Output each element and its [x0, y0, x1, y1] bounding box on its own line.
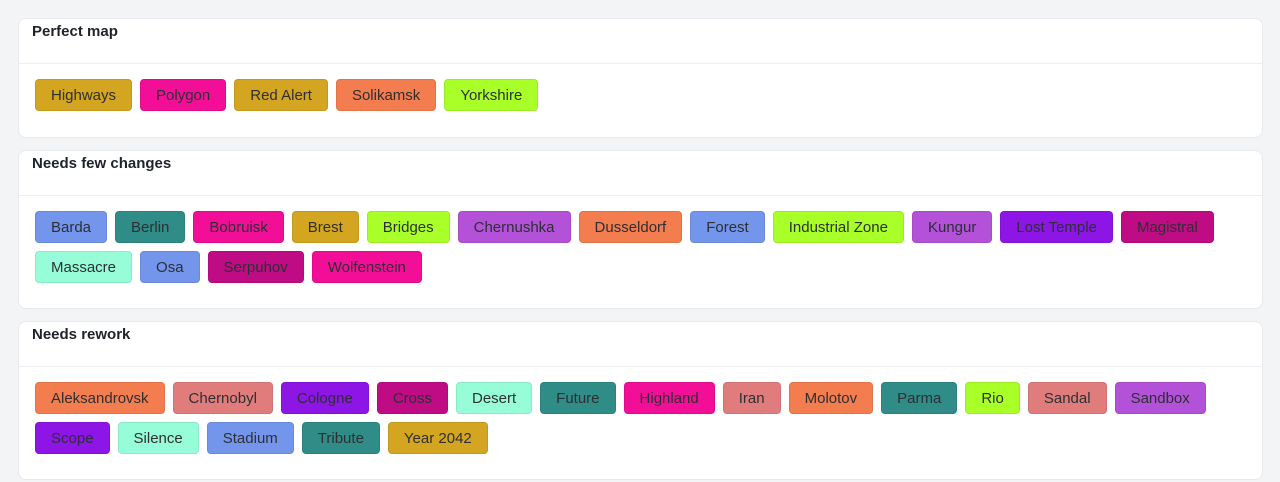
map-tag-wolfenstein[interactable]: Wolfenstein: [311, 251, 422, 283]
section-title: Needs few changes: [32, 155, 172, 172]
tag-list: Highways Polygon Red Alert Solikamsk Yorkshi…: [19, 64, 1262, 111]
map-tag-magistral[interactable]: Magistral: [1120, 211, 1214, 243]
map-tag-molotov[interactable]: Molotov: [788, 382, 874, 414]
map-tag-future[interactable]: Future: [540, 382, 616, 414]
map-tag-brest[interactable]: Brest: [291, 211, 359, 243]
section-header: Needs few changes: [19, 151, 1262, 196]
map-tag-red-alert[interactable]: Red Alert: [234, 79, 328, 111]
map-tag-sandbox[interactable]: Sandbox: [1114, 382, 1206, 414]
map-tag-year-2042[interactable]: Year 2042: [387, 422, 488, 454]
map-tag-osa[interactable]: Osa: [140, 251, 200, 283]
map-tag-bridges[interactable]: Bridges: [366, 211, 450, 243]
section-perfect-map: Perfect map Highways Polygon Red Alert Soli…: [18, 18, 1263, 138]
section-header: Perfect map: [19, 19, 1262, 64]
tag-row: Highways Polygon Red Alert Solikamsk Yorkshi…: [35, 79, 1262, 111]
map-tag-aleksandrovsk[interactable]: Aleksandrovsk: [35, 382, 165, 414]
map-tag-polygon[interactable]: Polygon: [140, 79, 227, 111]
tag-list: Barda Berlin Bobruisk Brest Bridges Chernushk…: [19, 196, 1262, 283]
tag-row: Aleksandrovsk Chernobyl Cologne Cross Desert…: [35, 382, 1262, 414]
map-tag-tribute[interactable]: Tribute: [301, 422, 380, 454]
map-tag-cross[interactable]: Cross: [376, 382, 448, 414]
map-tag-industrial-zone[interactable]: Industrial Zone: [772, 211, 904, 243]
map-tag-rio[interactable]: Rio: [965, 382, 1020, 414]
map-tag-scope[interactable]: Scope: [35, 422, 110, 454]
map-tag-bobruisk[interactable]: Bobruisk: [193, 211, 284, 243]
section-title: Needs rework: [32, 326, 131, 343]
map-tag-silence[interactable]: Silence: [117, 422, 199, 454]
map-tag-highland[interactable]: Highland: [623, 382, 715, 414]
section-header: Needs rework: [19, 322, 1262, 367]
map-tag-barda[interactable]: Barda: [35, 211, 108, 243]
map-tag-iran[interactable]: Iran: [722, 382, 781, 414]
tag-row: Barda Berlin Bobruisk Brest Bridges Chernushk…: [35, 211, 1262, 243]
map-tag-berlin[interactable]: Berlin: [115, 211, 186, 243]
map-tag-cologne[interactable]: Cologne: [280, 382, 369, 414]
map-tag-kungur[interactable]: Kungur: [911, 211, 993, 243]
map-tag-serpuhov[interactable]: Serpuhov: [207, 251, 304, 283]
map-tag-parma[interactable]: Parma: [881, 382, 958, 414]
map-tag-stadium[interactable]: Stadium: [206, 422, 294, 454]
tag-row: Scope Silence Stadium Tribute Year 2042: [35, 422, 1262, 454]
map-tag-highways[interactable]: Highways: [35, 79, 133, 111]
map-tag-sandal[interactable]: Sandal: [1027, 382, 1107, 414]
map-tag-forest[interactable]: Forest: [690, 211, 765, 243]
map-tag-lost-temple[interactable]: Lost Temple: [1000, 211, 1113, 243]
section-needs-rework: Needs rework Aleksandrovsk Chernobyl Colog…: [18, 321, 1263, 480]
map-tag-chernobyl[interactable]: Chernobyl: [172, 382, 273, 414]
map-tag-chernushka[interactable]: Chernushka: [457, 211, 571, 243]
tag-row: Massacre Osa Serpuhov Wolfenstein: [35, 251, 1262, 283]
tag-list: Aleksandrovsk Chernobyl Cologne Cross Desert…: [19, 367, 1262, 454]
map-tag-massacre[interactable]: Massacre: [35, 251, 133, 283]
map-tag-solikamsk[interactable]: Solikamsk: [335, 79, 437, 111]
map-tag-desert[interactable]: Desert: [455, 382, 533, 414]
map-tag-dusseldorf[interactable]: Dusseldorf: [578, 211, 683, 243]
section-needs-few-changes: Needs few changes Barda Berlin Bobruisk Bre…: [18, 150, 1263, 309]
section-title: Perfect map: [32, 23, 118, 40]
map-tag-yorkshire[interactable]: Yorkshire: [444, 79, 539, 111]
